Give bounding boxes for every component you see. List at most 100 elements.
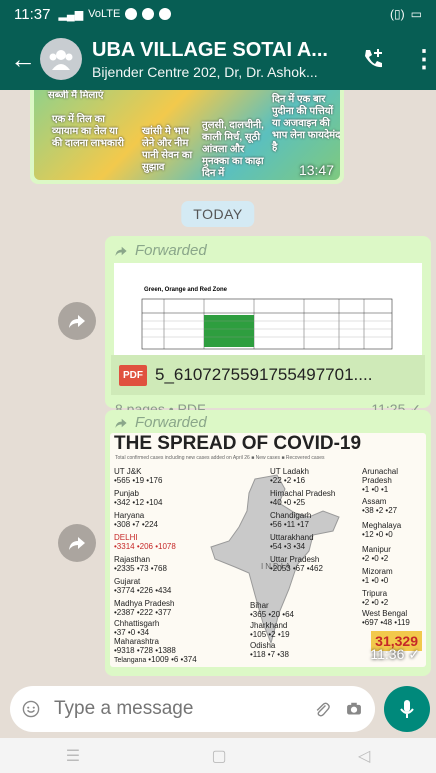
state-numbers: •3314 •206 •1078	[114, 542, 176, 551]
chat-info[interactable]: UBA VILLAGE SOTAI A... Bijender Centre 2…	[92, 39, 360, 80]
menu-nav-icon[interactable]: ☰	[66, 746, 80, 766]
state-numbers: •697 •48 •119	[362, 618, 410, 627]
state-name: West Bengal	[362, 609, 408, 618]
status-right: (▯) ▭	[390, 7, 422, 21]
attach-icon[interactable]	[313, 696, 331, 722]
state-name: Mizoram	[362, 567, 393, 576]
state-numbers: •1 •0 •0	[362, 576, 389, 585]
state-name: UT Ladakh	[270, 467, 309, 476]
state-name: Haryana	[114, 511, 145, 520]
emoji-icon[interactable]	[22, 696, 40, 722]
chat-title: UBA VILLAGE SOTAI A...	[92, 38, 328, 61]
group-avatar[interactable]	[40, 38, 82, 80]
home-nav-icon[interactable]: ▢	[211, 746, 226, 766]
forward-icon	[69, 537, 85, 550]
state-name: Madhya Pradesh	[114, 599, 175, 608]
add-call-icon[interactable]	[360, 46, 386, 72]
state-stat: Tripura •2 •0 •2	[362, 589, 388, 607]
message-list[interactable]: सब्जी मैं मिलाएं एक में तिल का व्यायाम क…	[0, 90, 436, 678]
voice-message-button[interactable]	[384, 686, 430, 732]
covid-subtitle: Total confirmed cases including new case…	[115, 455, 325, 461]
back-nav-icon[interactable]: ◁	[358, 746, 370, 766]
covid-image-message[interactable]: Forwarded THE SPREAD OF COVID-19 Total c…	[105, 410, 431, 676]
state-numbers: •365 •20 •64	[250, 610, 294, 619]
state-stat: Chhattisgarh •37 •0 •34	[114, 619, 159, 637]
message-time: 11:36 ✓	[370, 646, 420, 663]
covid-infographic[interactable]: THE SPREAD OF COVID-19 Total confirmed c…	[110, 433, 426, 667]
pdf-preview[interactable]: Green, Orange and Red Zone	[114, 263, 422, 355]
state-name: Himachal Pradesh	[270, 489, 336, 498]
notification-icon	[142, 8, 155, 20]
battery-icon: ▭	[410, 7, 422, 21]
state-name: Uttar Pradesh	[270, 555, 320, 564]
state-name: Odisha	[250, 641, 276, 650]
state-name: Tripura	[362, 589, 388, 598]
state-stat: Haryana •308 •7 •224	[114, 511, 158, 529]
state-numbers: •22 •2 •16	[270, 476, 306, 485]
state-numbers: •105 •2 •19	[250, 630, 290, 639]
state-numbers: •2335 •73 •768	[114, 564, 167, 573]
read-check-icon: ✓	[408, 646, 420, 662]
health-tips-image: सब्जी मैं मिलाएं एक में तिल का व्यायाम क…	[34, 90, 340, 180]
state-numbers: •9318 •728 •1388	[114, 646, 176, 655]
state-stat: UT Ladakh •22 •2 •16	[270, 467, 309, 485]
forwarded-label: Forwarded	[109, 414, 427, 433]
state-stat: Manipur •2 •0 •2	[362, 545, 391, 563]
more-options-icon[interactable]: ⋮	[412, 45, 436, 74]
status-time: 11:37	[14, 5, 51, 23]
image-text: एक में तिल का व्यायाम का तेल या की दालना…	[52, 114, 124, 149]
forwarded-text: Forwarded	[135, 414, 207, 431]
state-stat: Maharashtra •9318 •728 •1388	[114, 637, 176, 655]
forwarded-text: Forwarded	[135, 242, 207, 259]
state-numbers: •565 •19 •176	[114, 476, 163, 485]
state-numbers: •1 •0 •1	[362, 485, 389, 494]
back-arrow-icon[interactable]: ←	[10, 44, 36, 75]
forward-button[interactable]	[58, 524, 96, 562]
covid-title: THE SPREAD OF COVID-19	[114, 433, 362, 454]
chat-header: ← UBA VILLAGE SOTAI A... Bijender Centre…	[0, 28, 436, 90]
state-stat: Rajasthan •2335 •73 •768	[114, 555, 167, 573]
state-numbers: •40 •0 •25	[270, 498, 306, 507]
message-input[interactable]	[54, 698, 299, 720]
state-name: Telangana	[114, 657, 147, 664]
status-icons: ▂▄▆ VoLTE	[58, 8, 172, 21]
state-stat: West Bengal •697 •48 •119	[362, 609, 410, 627]
state-name: Bihar	[250, 601, 269, 610]
covid-time: 11:36	[370, 646, 405, 662]
state-name: Meghalaya	[362, 521, 402, 530]
state-name: Maharashtra	[114, 637, 159, 646]
state-stat: Uttarakhand •54 •3 •34	[270, 533, 314, 551]
mic-icon	[400, 700, 414, 718]
state-stat: Punjab •342 •12 •104	[114, 489, 162, 507]
state-numbers: •56 •11 •17	[270, 520, 309, 529]
state-stat: Madhya Pradesh •2387 •222 •377	[114, 599, 174, 617]
chat-participants: Bijender Centre 202, Dr, Dr. Ashok...	[92, 63, 318, 80]
state-name: Assam	[362, 497, 387, 506]
forwarded-label: Forwarded	[109, 240, 427, 263]
image-message[interactable]: सब्जी मैं मिलाएं एक में तिल का व्यायाम क…	[30, 90, 344, 184]
state-stat: Assam •38 •2 •27	[362, 497, 397, 515]
state-stat: Telangana •1009 •6 •374	[114, 655, 197, 665]
pdf-file-row[interactable]: PDF 5_6107275591755497701....	[111, 355, 425, 395]
pdf-table-graphic	[141, 298, 393, 350]
state-numbers: •3774 •226 •434	[114, 586, 172, 595]
forward-button[interactable]	[58, 302, 96, 340]
state-stat: UT J&K •565 •19 •176	[114, 467, 162, 485]
pdf-preview-title: Green, Orange and Red Zone	[144, 287, 228, 293]
signal-icon: ▂▄▆	[58, 8, 84, 21]
camera-icon[interactable]	[345, 696, 363, 722]
image-text: तुलसी, दालचीनी, काली मिर्च, सूठी आंवला औ…	[202, 120, 264, 179]
state-numbers: •342 •12 •104	[114, 498, 163, 507]
forwarded-icon	[115, 246, 127, 256]
state-numbers: •2053 •67 •462	[270, 564, 323, 573]
image-text: दिन में एक बार पुदीना की पत्तियों या अजव…	[272, 94, 340, 153]
message-time: 13:47	[298, 162, 334, 178]
state-numbers: •118 •7 •38	[250, 650, 289, 659]
state-stat: Mizoram •1 •0 •0	[362, 567, 393, 585]
pdf-message[interactable]: Forwarded Green, Orange and Red Zone PDF	[105, 236, 431, 417]
state-numbers: •2387 •222 •377	[114, 608, 172, 617]
pdf-icon: PDF	[119, 364, 147, 386]
state-name: Gujarat	[114, 577, 141, 586]
image-text: खांसी मे भाप लेने और नीम पानी सेवन का सु…	[142, 126, 193, 173]
state-name: Chhattisgarh	[114, 619, 160, 628]
